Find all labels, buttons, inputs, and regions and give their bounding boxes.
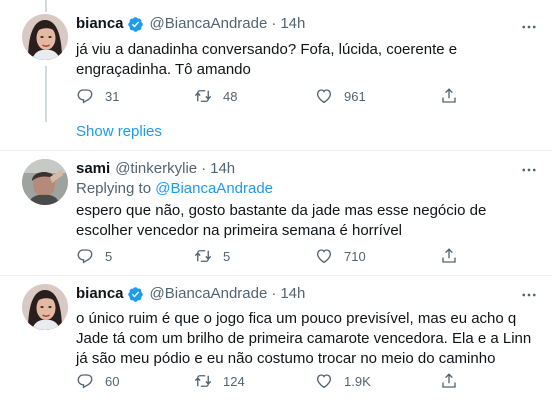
more-options-icon[interactable] — [520, 161, 538, 179]
more-options-icon[interactable] — [520, 286, 538, 304]
author-name[interactable]: bianca — [76, 284, 124, 304]
share-button[interactable] — [440, 371, 458, 391]
tweet-text: já viu a danadinha conversando? Fofa, lú… — [76, 41, 458, 78]
share-icon — [442, 88, 456, 103]
tweet-header: bianca @BiancaAndrade · 14h — [76, 284, 540, 304]
reply-icon — [77, 89, 93, 104]
verified-badge-icon — [127, 286, 143, 302]
author-handle[interactable]: @tinkerkylie — [115, 159, 197, 179]
timestamp[interactable]: 14h — [280, 284, 305, 304]
retweet-icon — [194, 250, 212, 262]
reply-icon — [77, 374, 93, 389]
more-options-icon[interactable] — [520, 18, 538, 36]
author-handle[interactable]: @BiancaAndrade — [150, 14, 268, 34]
like-button[interactable]: 961 — [315, 86, 366, 106]
show-replies-link[interactable]: Show replies — [76, 122, 162, 142]
tweet-text: o único ruim é que o jogo fica um pouco … — [76, 310, 532, 367]
share-icon — [442, 248, 456, 263]
retweet-button[interactable]: 48 — [194, 86, 237, 106]
tweet-actions: 60 124 1.9K — [76, 371, 536, 391]
like-icon — [316, 249, 332, 264]
reply-button[interactable]: 5 — [76, 246, 112, 266]
verified-badge-icon — [127, 16, 143, 32]
share-button[interactable] — [440, 246, 458, 266]
reply-icon — [77, 249, 93, 264]
retweet-icon — [194, 90, 212, 102]
separator-dot: · — [201, 160, 207, 177]
retweet-button[interactable]: 124 — [194, 371, 245, 391]
reply-button[interactable]: 60 — [76, 371, 119, 391]
tweet-actions: 5 5 710 — [76, 246, 536, 266]
separator-dot: · — [271, 285, 277, 302]
share-button[interactable] — [440, 86, 458, 106]
tweet-text: espero que não, gosto bastante da jade m… — [76, 202, 487, 239]
author-handle[interactable]: @BiancaAndrade — [150, 284, 268, 304]
reply-to-handle-link[interactable]: @BiancaAndrade — [155, 180, 273, 197]
like-button[interactable]: 1.9K — [315, 371, 371, 391]
timestamp[interactable]: 14h — [210, 159, 235, 179]
timestamp[interactable]: 14h — [280, 14, 305, 34]
tweet-actions: 31 48 961 — [76, 86, 536, 106]
tweet-header: bianca @BiancaAndrade · 14h — [76, 14, 540, 34]
like-icon — [316, 374, 332, 389]
like-button[interactable]: 710 — [315, 246, 366, 266]
author-name[interactable]: bianca — [76, 14, 124, 34]
share-icon — [442, 373, 456, 388]
tweet[interactable]: bianca @BiancaAndrade · 14h o único ruim… — [0, 276, 552, 400]
avatar[interactable] — [22, 159, 68, 205]
retweet-button[interactable]: 5 — [194, 246, 230, 266]
avatar[interactable] — [22, 14, 68, 60]
separator-dot: · — [271, 15, 277, 32]
retweet-icon — [194, 375, 212, 387]
author-name[interactable]: sami — [76, 159, 110, 179]
replying-to: Replying to @BiancaAndrade — [76, 180, 274, 197]
avatar[interactable] — [22, 284, 68, 330]
tweet[interactable]: sami @tinkerkylie · 14h Replying to @Bia… — [0, 151, 552, 275]
reply-button[interactable]: 31 — [76, 86, 119, 106]
tweet-header: sami @tinkerkylie · 14h — [76, 159, 540, 179]
like-icon — [316, 89, 332, 104]
